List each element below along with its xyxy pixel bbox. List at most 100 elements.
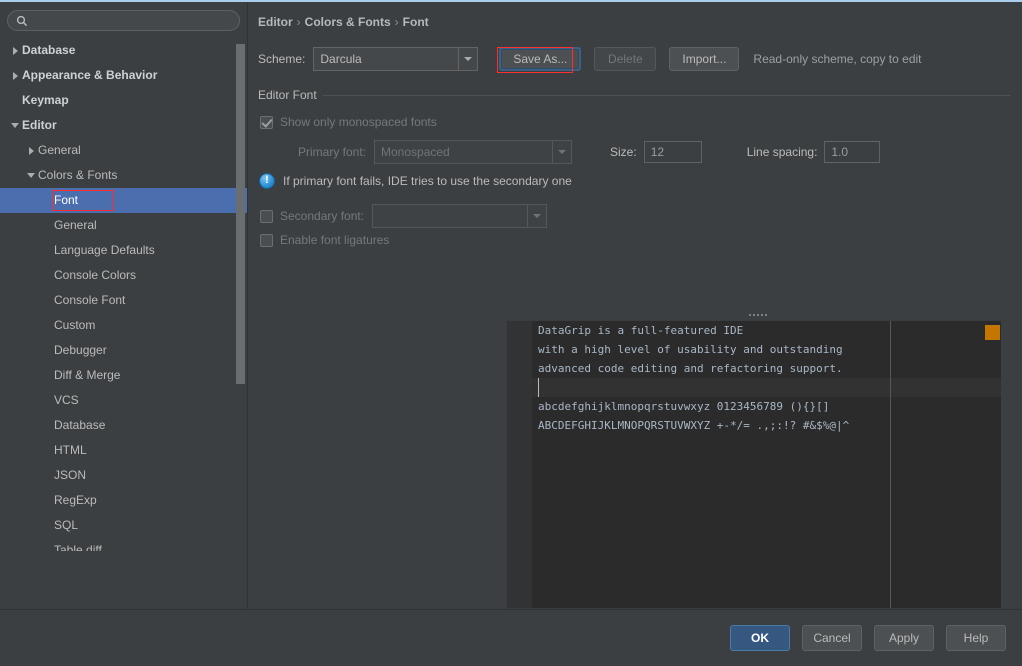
enable-ligatures-checkbox[interactable] (260, 234, 273, 247)
line-spacing-input[interactable]: 1.0 (824, 141, 880, 163)
preview-line: 5abcdefghijklmnopqrstuvwxyz 0123456789 (… (507, 397, 1009, 416)
show-monospaced-row[interactable]: Show only monospaced fonts (260, 115, 437, 129)
preview-line: 7 (507, 435, 1009, 454)
preview-scrollbar[interactable] (1001, 321, 1009, 608)
sidebar-item-appearance-behavior[interactable]: Appearance & Behavior (0, 63, 247, 88)
settings-tree[interactable]: DatabaseAppearance & BehaviorKeymapEdito… (0, 38, 247, 551)
sidebar-item-custom[interactable]: Custom (0, 313, 247, 338)
sidebar-item-diff-merge[interactable]: Diff & Merge (0, 363, 247, 388)
preview-splitter[interactable] (506, 311, 1010, 319)
sidebar-item-vcs[interactable]: VCS (0, 388, 247, 413)
sidebar-item-html[interactable]: HTML (0, 438, 247, 463)
sidebar-item-label: Colors & Fonts (38, 169, 117, 182)
sidebar-item-label: Keymap (22, 94, 69, 107)
line-text (532, 454, 538, 473)
editor-font-group-divider (258, 95, 1010, 96)
search-box[interactable] (7, 10, 240, 31)
sidebar-item-regexp[interactable]: RegExp (0, 488, 247, 513)
import-button[interactable]: Import... (669, 47, 739, 71)
save-as-button[interactable]: Save As... (499, 47, 581, 71)
font-preview-editor[interactable]: 1DataGrip is a full-featured IDE2with a … (506, 320, 1010, 609)
sidebar-item-editor[interactable]: Editor (0, 113, 247, 138)
sidebar-item-label: VCS (54, 394, 79, 407)
sidebar-item-database[interactable]: Database (0, 38, 247, 63)
sidebar-item-label: JSON (54, 469, 86, 482)
primary-font-combobox: Monospaced (374, 140, 572, 164)
sidebar-item-label: SQL (54, 519, 78, 532)
preview-gutter (507, 321, 532, 608)
sidebar-item-keymap[interactable]: Keymap (0, 88, 247, 113)
dialog-footer: OK Cancel Apply Help (0, 609, 1022, 666)
sidebar-item-general[interactable]: General (0, 213, 247, 238)
ok-button[interactable]: OK (730, 625, 790, 651)
scheme-combobox-value: Darcula (314, 52, 458, 66)
sidebar-item-label: Font (54, 194, 78, 207)
chevron-right-icon[interactable] (8, 47, 22, 55)
sidebar-item-debugger[interactable]: Debugger (0, 338, 247, 363)
chevron-down-icon[interactable] (24, 173, 38, 178)
line-spacing-label: Line spacing: (747, 145, 818, 159)
sidebar-item-general[interactable]: General (0, 138, 247, 163)
breadcrumb-editor[interactable]: Editor (258, 15, 293, 29)
show-monospaced-label: Show only monospaced fonts (280, 115, 437, 129)
line-text (532, 492, 538, 511)
sidebar-item-table-diff[interactable]: Table diff (0, 538, 247, 551)
apply-button[interactable]: Apply (874, 625, 934, 651)
scheme-combobox[interactable]: Darcula (313, 47, 478, 71)
text-caret (538, 378, 539, 397)
scheme-label: Scheme: (258, 52, 305, 66)
primary-font-row: Primary font: Monospaced Size: 12 Line s… (298, 140, 880, 164)
dialog-body: DatabaseAppearance & BehaviorKeymapEdito… (0, 2, 1022, 609)
preview-error-stripe-marker[interactable] (985, 325, 1000, 340)
sidebar-scrollbar[interactable] (236, 44, 245, 384)
preview-line: 9 (507, 473, 1009, 492)
breadcrumb-font[interactable]: Font (403, 15, 429, 29)
cancel-button[interactable]: Cancel (802, 625, 862, 651)
preview-line: 8 (507, 454, 1009, 473)
sidebar-item-label: RegExp (54, 494, 97, 507)
breadcrumb-colors-fonts[interactable]: Colors & Fonts (305, 15, 391, 29)
sidebar-item-database[interactable]: Database (0, 413, 247, 438)
secondary-font-row[interactable]: Secondary font: (260, 204, 547, 228)
secondary-font-label: Secondary font: (280, 209, 364, 223)
line-text (532, 435, 538, 454)
breadcrumb-separator-2: › (391, 15, 403, 29)
show-monospaced-checkbox[interactable] (260, 116, 273, 129)
chevron-right-icon[interactable] (8, 72, 22, 80)
sidebar-item-console-colors[interactable]: Console Colors (0, 263, 247, 288)
sidebar-item-sql[interactable]: SQL (0, 513, 247, 538)
secondary-font-checkbox[interactable] (260, 210, 273, 223)
chevron-down-icon[interactable] (458, 48, 477, 70)
sidebar-item-label: Debugger (54, 344, 107, 357)
search-icon (16, 15, 28, 27)
sidebar-item-label: Language Defaults (54, 244, 155, 257)
breadcrumb-separator-1: › (293, 15, 305, 29)
sidebar-item-json[interactable]: JSON (0, 463, 247, 488)
preview-code-lines: 1DataGrip is a full-featured IDE2with a … (507, 321, 1009, 511)
right-margin-line (890, 321, 891, 608)
breadcrumb: Editor›Colors & Fonts›Font (258, 15, 429, 29)
line-text (532, 473, 538, 492)
sidebar-item-language-defaults[interactable]: Language Defaults (0, 238, 247, 263)
preview-line: 3advanced code editing and refactoring s… (507, 359, 1009, 378)
size-input[interactable]: 12 (644, 141, 702, 163)
sidebar-item-console-font[interactable]: Console Font (0, 288, 247, 313)
editor-font-group-title: Editor Font (258, 88, 323, 102)
sidebar-item-font[interactable]: Font (0, 188, 247, 213)
chevron-right-icon[interactable] (24, 147, 38, 155)
sidebar-item-colors-fonts[interactable]: Colors & Fonts (0, 163, 247, 188)
sidebar-item-label: Editor (22, 119, 57, 132)
primary-font-label: Primary font: (298, 145, 366, 159)
preview-line: 2with a high level of usability and outs… (507, 340, 1009, 359)
ligatures-row[interactable]: Enable font ligatures (260, 233, 389, 247)
line-text: abcdefghijklmnopqrstuvwxyz 0123456789 ()… (532, 397, 829, 416)
help-button[interactable]: Help (946, 625, 1006, 651)
line-text: with a high level of usability and outst… (532, 340, 843, 359)
sidebar-item-label: Diff & Merge (54, 369, 120, 382)
settings-sidebar: DatabaseAppearance & BehaviorKeymapEdito… (0, 2, 248, 609)
line-text: advanced code editing and refactoring su… (532, 359, 843, 378)
chevron-down-icon[interactable] (8, 123, 22, 128)
search-input[interactable] (33, 14, 218, 28)
sidebar-item-label: Custom (54, 319, 95, 332)
sidebar-item-label: HTML (54, 444, 87, 457)
